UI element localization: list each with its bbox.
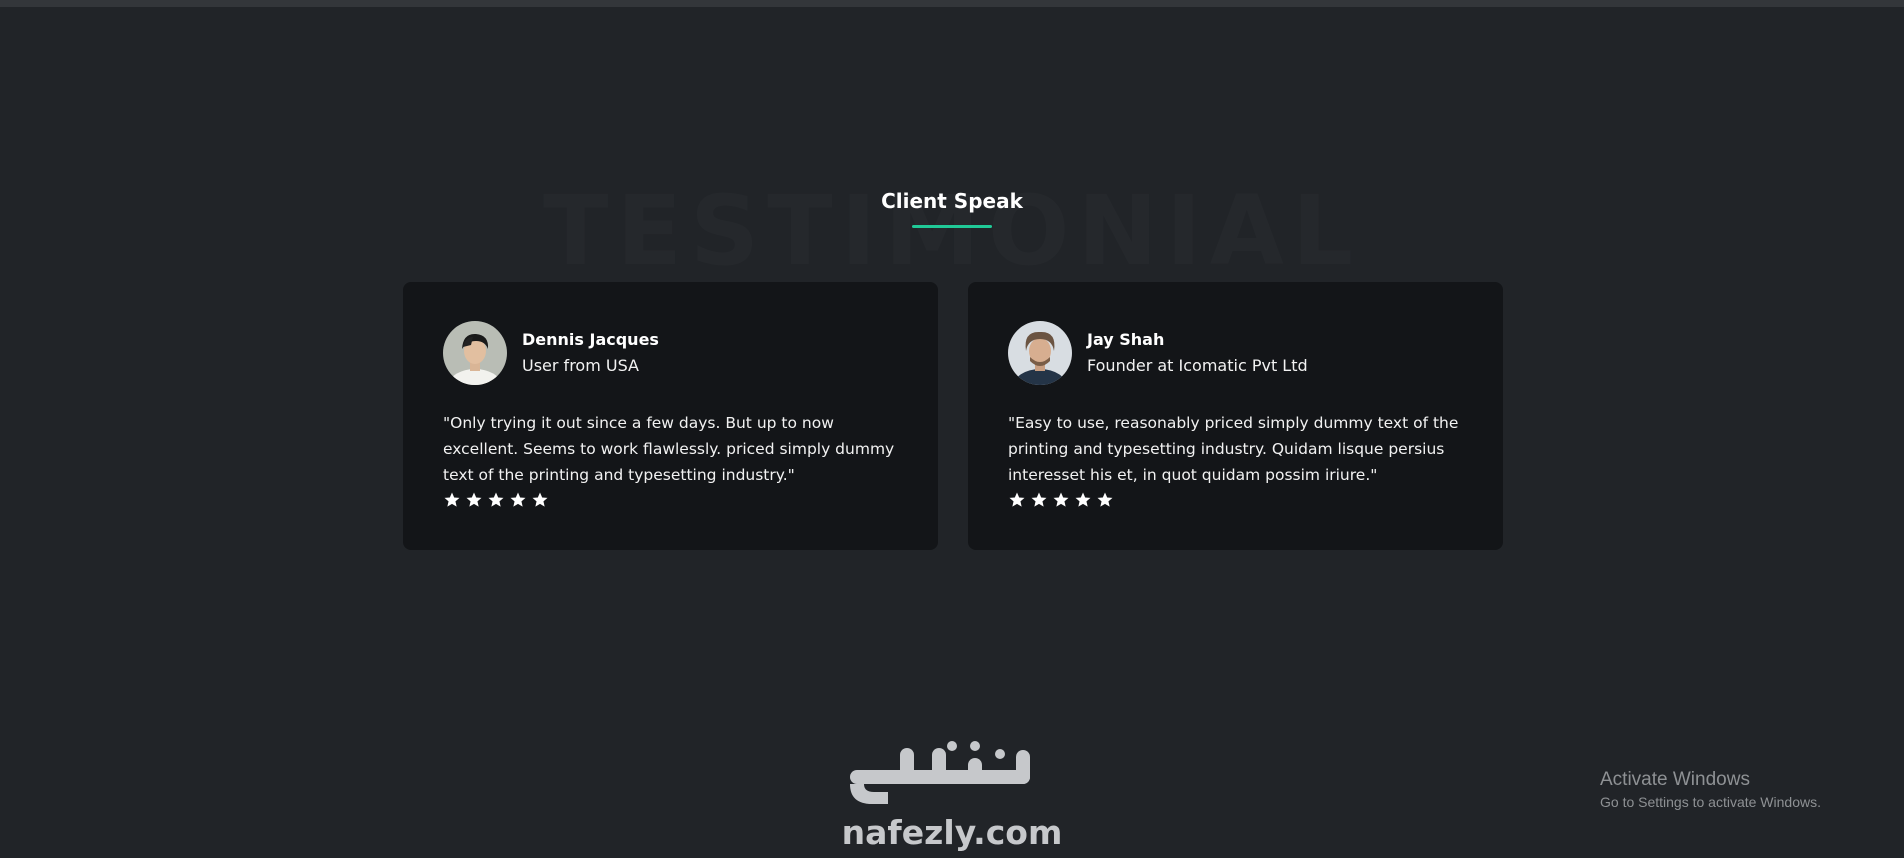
title-underline: [912, 225, 992, 228]
star-icon: [510, 492, 526, 507]
nafezly-logo-text: nafezly.com: [841, 813, 1063, 852]
reviewer-role: User from USA: [522, 356, 639, 375]
star-rating: [1008, 491, 1114, 513]
reviewer-name: Dennis Jacques: [522, 330, 659, 349]
nafezly-arabic-logo-icon: [850, 741, 1030, 804]
star-icon: [1097, 492, 1113, 507]
testimonial-quote: "Easy to use, reasonably priced simply d…: [1008, 414, 1459, 484]
reviewer-role: Founder at Icomatic Pvt Ltd: [1087, 356, 1308, 375]
activate-windows-subtitle: Go to Settings to activate Windows.: [1600, 794, 1821, 810]
testimonial-card: Jay Shah Founder at Icomatic Pvt Ltd "Ea…: [968, 282, 1503, 550]
avatar-dennis-jacques: [443, 321, 507, 385]
star-icon: [1053, 492, 1069, 507]
star-icon: [1031, 492, 1047, 507]
star-icon: [466, 492, 482, 507]
star-icon: [488, 492, 504, 507]
section-title: Client Speak: [881, 189, 1023, 213]
testimonial-section: TESTIMONIAL Client Speak: [0, 7, 1904, 858]
star-icon: [444, 492, 460, 507]
testimonial-card: Dennis Jacques User from USA "Only tryin…: [403, 282, 938, 550]
testimonial-quote: "Only trying it out since a few days. Bu…: [443, 414, 895, 484]
avatar-jay-shah: [1008, 321, 1072, 385]
star-icon: [1075, 492, 1091, 507]
star-icon: [532, 492, 548, 507]
star-icon: [1009, 492, 1025, 507]
star-rating: [443, 491, 549, 513]
reviewer-name: Jay Shah: [1087, 330, 1165, 349]
top-bar: [0, 0, 1904, 7]
activate-windows-title: Activate Windows: [1600, 769, 1750, 790]
